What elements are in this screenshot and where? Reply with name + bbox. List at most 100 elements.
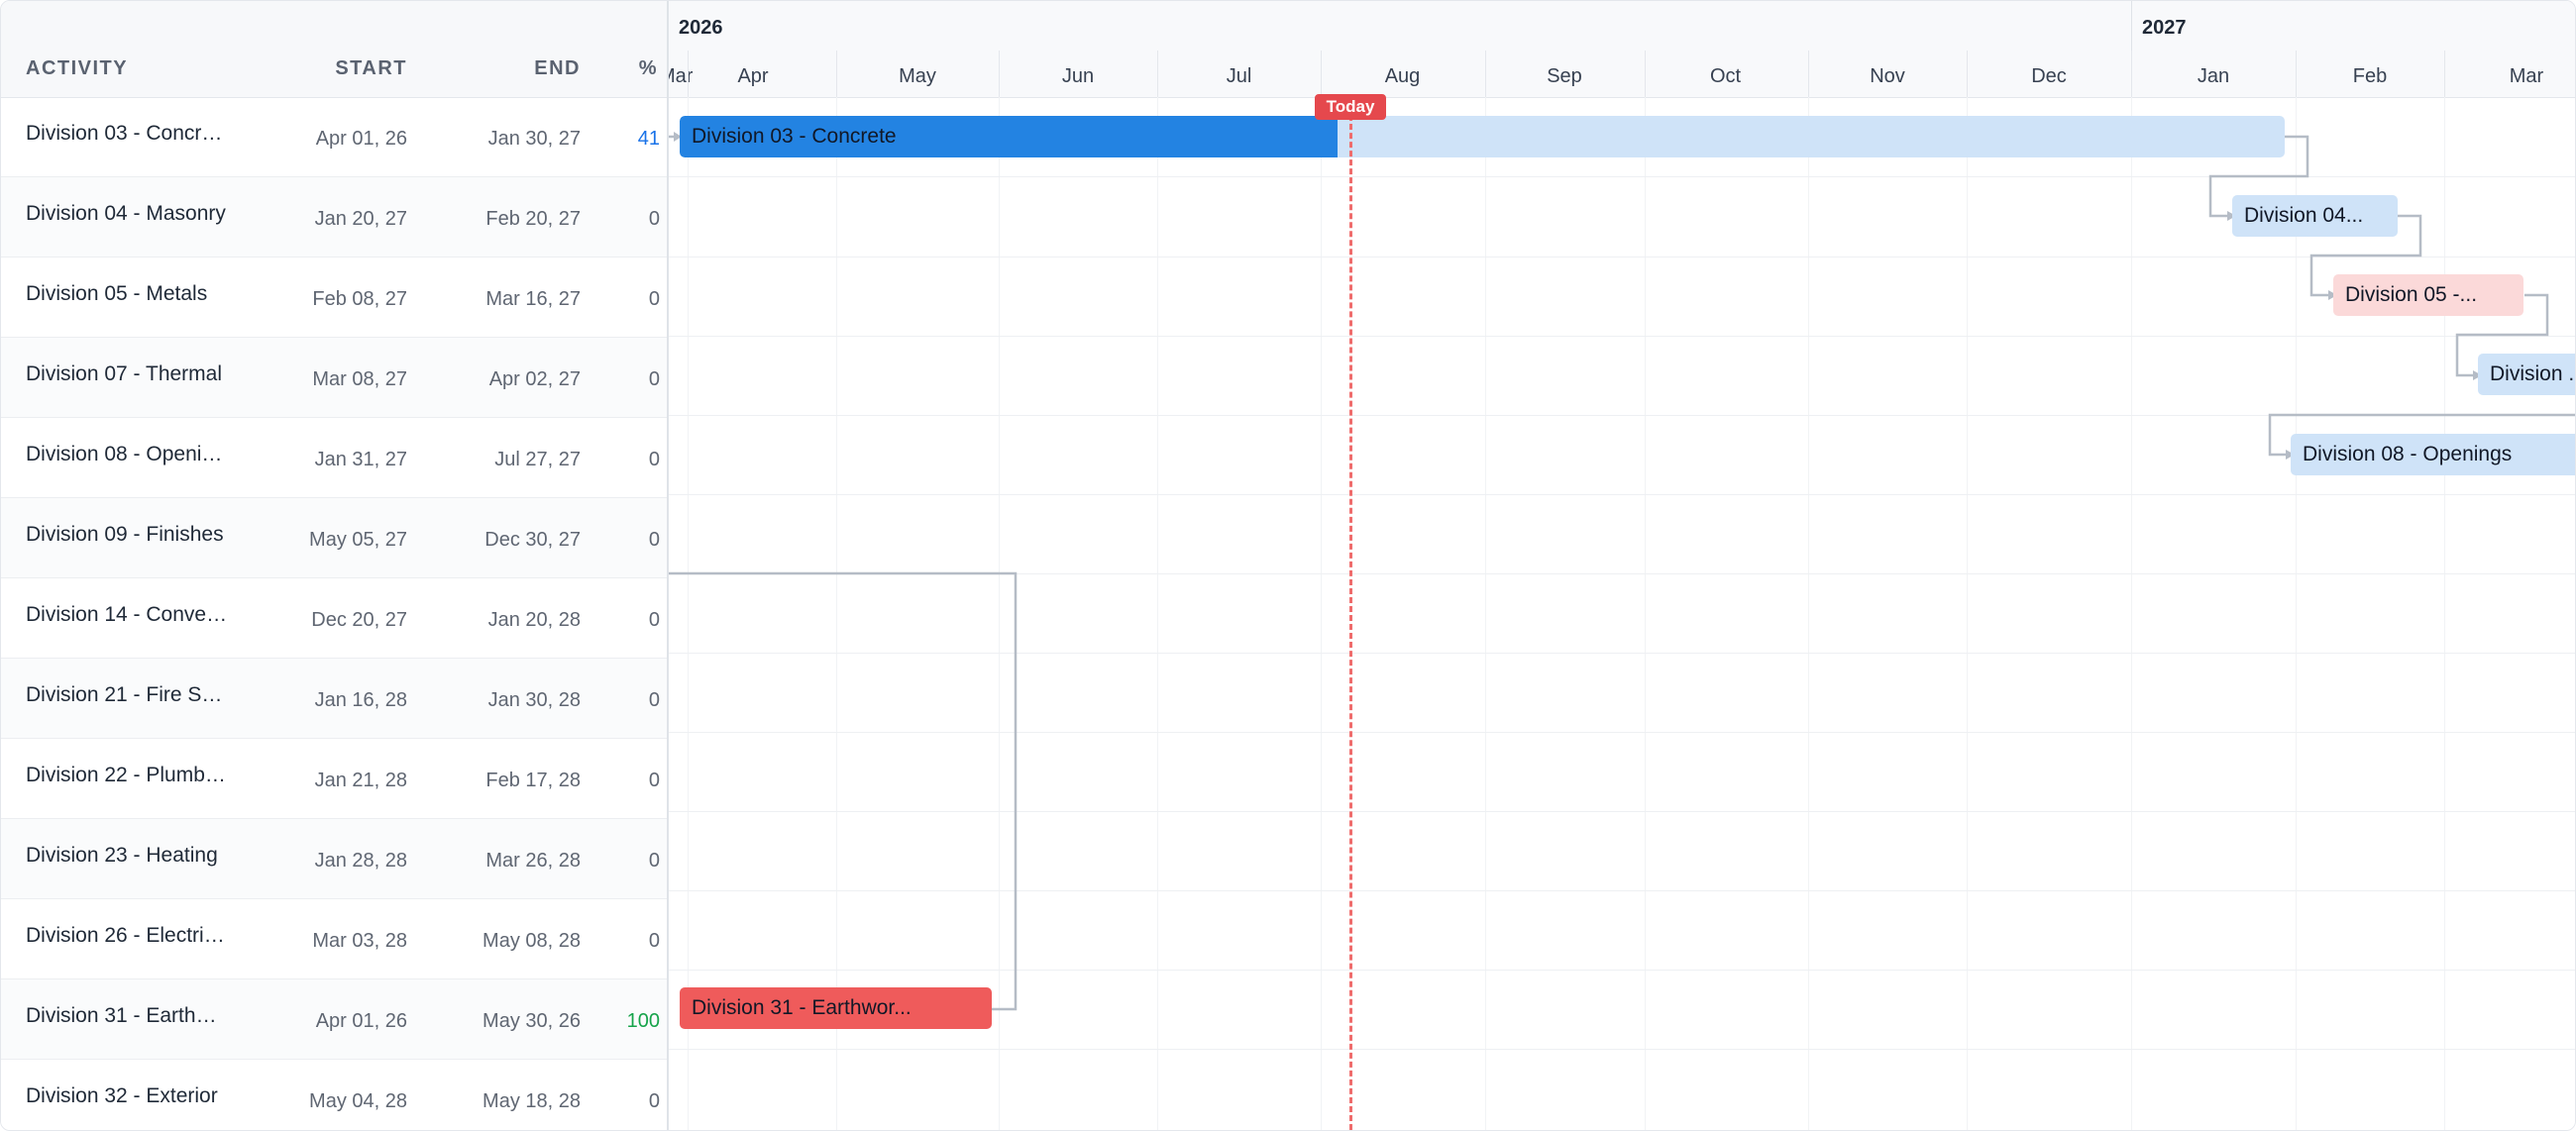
task-bar-division-07[interactable]: Division ...	[2478, 354, 2575, 395]
percent-complete: 0	[648, 770, 660, 791]
activity-grid: ACTIVITY START END % Division 03 - Concr…	[1, 1, 669, 1130]
table-row[interactable]: Division 32 - Exterior May 04, 28 May 18…	[1, 1060, 667, 1130]
end-date: Feb 17, 28	[485, 770, 581, 791]
activity-name: Division 08 - Openings	[26, 443, 229, 465]
end-date: May 30, 26	[483, 1010, 581, 1032]
end-date: Mar 16, 27	[485, 288, 581, 310]
year-label-2027: 2027	[2142, 17, 2187, 39]
activity-name: Division 04 - Masonry	[26, 202, 226, 225]
activity-name: Division 03 - Concrete	[26, 122, 229, 145]
timeline-panel[interactable]: 2026 2027 Mar Apr May Jun Jul Aug Sep Oc…	[669, 1, 2575, 1130]
start-date: Dec 20, 27	[311, 609, 407, 631]
percent-complete: 0	[648, 208, 660, 230]
month-label: Dec	[2031, 65, 2067, 87]
task-bar-label: Division 05 -...	[2345, 283, 2478, 306]
percent-complete: 100	[626, 1010, 660, 1032]
activity-column-header[interactable]: ACTIVITY	[26, 57, 128, 80]
task-bar-label: Division 31 - Earthwor...	[692, 996, 912, 1019]
percent-complete: 0	[648, 850, 660, 872]
activity-name: Division 05 - Metals	[26, 282, 208, 305]
activity-name: Division 26 - Electrical	[26, 924, 229, 947]
start-column-header[interactable]: START	[298, 57, 407, 80]
grid-rows: Division 03 - Concrete Apr 01, 26 Jan 30…	[1, 97, 667, 1130]
task-bar-division-05[interactable]: Division 05 -...	[2333, 274, 2523, 316]
table-row[interactable]: Division 07 - Thermal Mar 08, 27 Apr 02,…	[1, 338, 667, 418]
start-date: Jan 31, 27	[314, 449, 407, 470]
month-label: Mar	[2509, 65, 2544, 87]
month-label: May	[899, 65, 936, 87]
table-row[interactable]: Division 31 - Earthwork Apr 01, 26 May 3…	[1, 979, 667, 1060]
table-row[interactable]: Division 14 - Conveying Dec 20, 27 Jan 2…	[1, 578, 667, 659]
today-marker-badge: Today	[1315, 94, 1386, 120]
year-divider	[2131, 1, 2132, 51]
percent-complete: 0	[648, 368, 660, 390]
table-row[interactable]: Division 04 - Masonry Jan 20, 27 Feb 20,…	[1, 177, 667, 257]
activity-name: Division 22 - Plumbing	[26, 764, 229, 786]
percent-complete: 0	[648, 609, 660, 631]
percent-complete: 0	[648, 288, 660, 310]
dependency-link	[669, 571, 1018, 1011]
start-date: Mar 08, 27	[312, 368, 407, 390]
start-date: Jan 20, 27	[314, 208, 407, 230]
task-bar-division-03[interactable]: Division 03 - Concrete	[680, 116, 2285, 157]
activity-name: Division 23 - Heating	[26, 844, 218, 867]
table-row[interactable]: Division 08 - Openings Jan 31, 27 Jul 27…	[1, 418, 667, 498]
percent-complete: 0	[648, 449, 660, 470]
month-label: Feb	[2352, 65, 2388, 87]
percent-column-header[interactable]: %	[615, 57, 658, 80]
task-bar-label: Division 03 - Concrete	[692, 125, 897, 148]
table-row[interactable]: Division 21 - Fire Suppression Jan 16, 2…	[1, 659, 667, 739]
activity-name: Division 09 - Finishes	[26, 523, 224, 546]
month-label: Jul	[1226, 65, 1252, 87]
task-bar-label: Division ...	[2490, 362, 2575, 385]
task-bar-division-31[interactable]: Division 31 - Earthwor...	[680, 987, 992, 1029]
end-date: Jan 30, 27	[487, 128, 581, 150]
month-header: Mar Apr May Jun Jul Aug Sep Oct Nov Dec …	[669, 51, 2575, 98]
end-date: Feb 20, 27	[485, 208, 581, 230]
end-date: Jan 20, 28	[487, 609, 581, 631]
year-label-2026: 2026	[679, 17, 723, 39]
activity-name: Division 31 - Earthwork	[26, 1004, 229, 1027]
dependency-links	[669, 132, 2575, 1011]
table-row[interactable]: Division 05 - Metals Feb 08, 27 Mar 16, …	[1, 257, 667, 338]
month-label: Oct	[1709, 65, 1742, 87]
percent-complete: 0	[648, 529, 660, 551]
month-label: Sep	[1547, 65, 1582, 87]
start-date: Apr 01, 26	[315, 1010, 407, 1032]
month-label: Jun	[1061, 65, 1095, 87]
end-date: Jan 30, 28	[487, 689, 581, 711]
percent-complete: 41	[637, 128, 660, 150]
end-date: May 18, 28	[483, 1090, 581, 1112]
start-date: May 04, 28	[309, 1090, 407, 1112]
table-row[interactable]: Division 22 - Plumbing Jan 21, 28 Feb 17…	[1, 739, 667, 819]
task-bar-label: Division 08 - Openings	[2303, 443, 2513, 465]
start-date: Apr 01, 26	[315, 128, 407, 150]
start-date: Mar 03, 28	[312, 930, 407, 952]
start-date: Jan 21, 28	[314, 770, 407, 791]
end-date: Mar 26, 28	[485, 850, 581, 872]
end-date: May 08, 28	[483, 930, 581, 952]
grid-header: ACTIVITY START END %	[1, 1, 667, 98]
task-bar-division-08[interactable]: Division 08 - Openings	[2291, 434, 2575, 475]
percent-complete: 0	[648, 1090, 660, 1112]
start-date: Jan 28, 28	[314, 850, 407, 872]
end-column-header[interactable]: END	[467, 57, 581, 80]
start-date: Jan 16, 28	[314, 689, 407, 711]
activity-name: Division 14 - Conveying	[26, 603, 229, 626]
gantt-chart: ACTIVITY START END % Division 03 - Concr…	[0, 0, 2576, 1131]
timeline-body[interactable]: Division 03 - Concrete Division 04... Di…	[669, 97, 2575, 1130]
table-row[interactable]: Division 23 - Heating Jan 28, 28 Mar 26,…	[1, 819, 667, 899]
table-row[interactable]: Division 26 - Electrical Mar 03, 28 May …	[1, 899, 667, 979]
percent-complete: 0	[648, 930, 660, 952]
month-label: Nov	[1870, 65, 1905, 87]
month-label: Apr	[737, 65, 769, 87]
start-date: Feb 08, 27	[312, 288, 407, 310]
month-label: Jan	[2197, 65, 2230, 87]
percent-complete: 0	[648, 689, 660, 711]
start-date: May 05, 27	[309, 529, 407, 551]
table-row[interactable]: Division 03 - Concrete Apr 01, 26 Jan 30…	[1, 97, 667, 177]
table-row[interactable]: Division 09 - Finishes May 05, 27 Dec 30…	[1, 498, 667, 578]
task-bar-division-04[interactable]: Division 04...	[2232, 195, 2398, 237]
task-bar-label: Division 04...	[2244, 204, 2364, 227]
end-date: Dec 30, 27	[484, 529, 581, 551]
